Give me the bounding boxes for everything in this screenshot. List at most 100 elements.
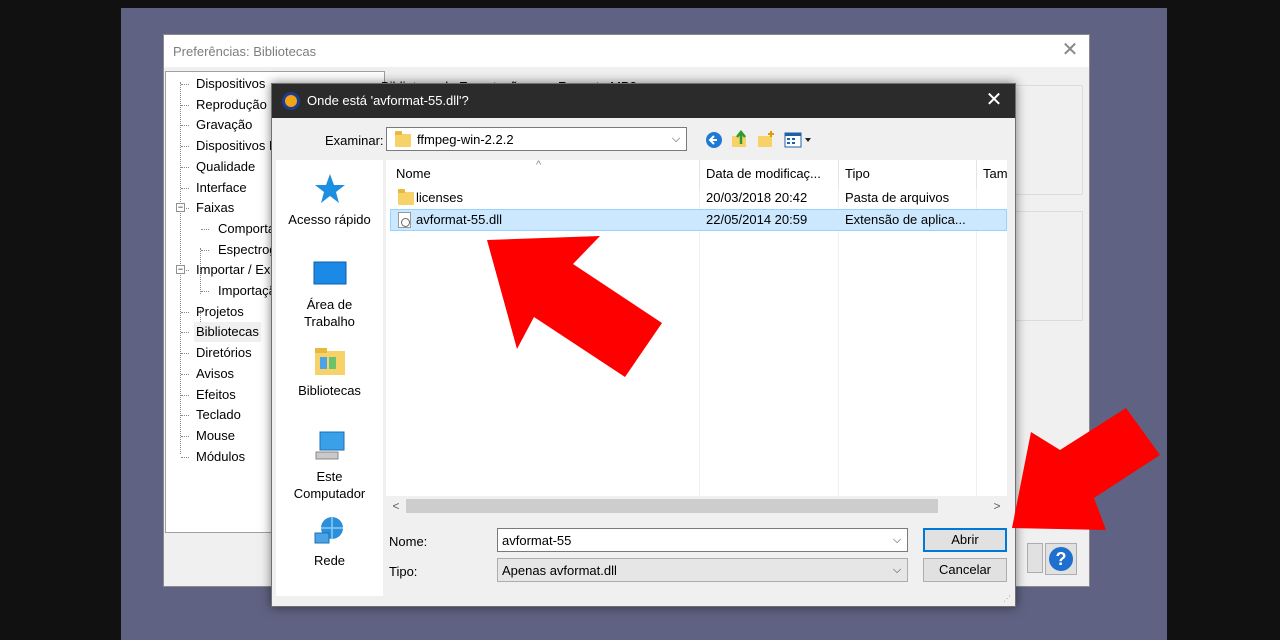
file-type: Extensão de aplica... bbox=[845, 212, 966, 227]
file-name-input[interactable]: avformat-55 ⌵ bbox=[497, 528, 908, 552]
place-desktop[interactable]: Área de Trabalho bbox=[276, 260, 383, 330]
dialog-title: Onde está 'avformat-55.dll'? bbox=[307, 93, 469, 108]
tree-line bbox=[181, 373, 189, 375]
tree-line bbox=[181, 456, 189, 458]
tree-item[interactable]: Módulos bbox=[194, 447, 247, 467]
tree-item[interactable]: Teclado bbox=[194, 405, 243, 425]
column-header-size[interactable]: Tam bbox=[977, 160, 1007, 190]
help-icon: ? bbox=[1049, 547, 1073, 571]
scroll-left-icon[interactable]: < bbox=[386, 496, 406, 516]
place-label: Acesso rápido bbox=[288, 212, 371, 227]
places-bar: Acesso rápido Área de Trabalho Bibliotec… bbox=[276, 160, 383, 596]
collapse-icon[interactable]: − bbox=[176, 265, 185, 275]
dialog-title-bar: Onde está 'avformat-55.dll'? ✕ bbox=[272, 84, 1015, 118]
file-name-label: Nome: bbox=[389, 534, 428, 549]
tree-line bbox=[181, 435, 189, 437]
open-file-dialog: Onde está 'avformat-55.dll'? ✕ Examinar:… bbox=[271, 83, 1016, 607]
file-row-licenses[interactable]: licenses 20/03/2018 20:42 Pasta de arqui… bbox=[390, 187, 1007, 209]
place-quick-access[interactable]: Acesso rápido bbox=[276, 172, 383, 227]
tree-item[interactable]: Interface bbox=[194, 178, 249, 198]
file-type-dropdown[interactable]: Apenas avformat.dll ⌵ bbox=[497, 558, 908, 582]
view-menu-icon[interactable] bbox=[784, 130, 814, 150]
tree-item[interactable]: Dispositivos bbox=[194, 74, 267, 94]
place-label: Bibliotecas bbox=[298, 383, 361, 398]
tree-line bbox=[201, 228, 209, 230]
tree-item[interactable]: Projetos bbox=[194, 302, 246, 322]
file-date: 22/05/2014 20:59 bbox=[706, 212, 808, 227]
folder-icon bbox=[395, 131, 411, 147]
tree-line bbox=[181, 311, 189, 313]
scroll-right-icon[interactable]: > bbox=[987, 496, 1007, 516]
tree-item[interactable]: Mouse bbox=[194, 426, 237, 446]
chevron-down-icon: ⌵ bbox=[892, 564, 902, 576]
tree-line bbox=[181, 353, 189, 355]
column-header-label: Nome bbox=[396, 166, 431, 181]
folder-icon bbox=[398, 189, 414, 205]
resize-grip-icon[interactable]: ⋰ bbox=[1003, 594, 1013, 604]
column-header-name[interactable]: Nome ^ bbox=[386, 160, 700, 190]
libraries-icon bbox=[314, 348, 345, 375]
dll-file-icon bbox=[398, 212, 411, 228]
column-divider bbox=[699, 190, 700, 496]
sort-ascending-icon: ^ bbox=[536, 160, 542, 171]
tree-line bbox=[201, 249, 209, 251]
computer-icon bbox=[315, 431, 344, 460]
place-label: Rede bbox=[313, 553, 346, 568]
dialog-close-icon[interactable]: ✕ bbox=[983, 89, 1005, 111]
tree-line bbox=[181, 415, 189, 417]
look-in-dropdown[interactable]: ffmpeg-win-2.2.2 ⌵ bbox=[386, 127, 687, 151]
place-network[interactable]: Rede bbox=[276, 515, 383, 568]
tree-line bbox=[181, 187, 189, 189]
cancel-button[interactable]: Cancelar bbox=[923, 558, 1007, 582]
tree-line bbox=[181, 332, 189, 334]
tree-line bbox=[181, 125, 189, 127]
tree-item[interactable]: Diretórios bbox=[194, 343, 254, 363]
look-in-value: ffmpeg-win-2.2.2 bbox=[417, 132, 514, 147]
tree-line bbox=[201, 291, 209, 292]
column-header-type[interactable]: Tipo bbox=[839, 160, 977, 190]
help-button[interactable]: ? bbox=[1045, 543, 1077, 575]
place-label: Área de Trabalho bbox=[304, 297, 355, 329]
chevron-down-icon[interactable]: ⌵ bbox=[891, 532, 903, 548]
preferences-close-icon[interactable]: ✕ bbox=[1059, 39, 1081, 61]
tree-line bbox=[181, 84, 189, 85]
tree-item[interactable]: Reprodução bbox=[194, 95, 269, 115]
column-header-date[interactable]: Data de modificaç... bbox=[700, 160, 839, 190]
file-type-value: Apenas avformat.dll bbox=[502, 563, 617, 578]
audacity-logo-icon bbox=[282, 92, 300, 110]
quick-access-star-icon bbox=[314, 174, 345, 203]
new-folder-icon[interactable] bbox=[756, 129, 776, 149]
place-this-pc[interactable]: Este Computador bbox=[276, 430, 383, 502]
file-date: 20/03/2018 20:42 bbox=[706, 190, 808, 205]
file-row-avformat[interactable]: avformat-55.dll 22/05/2014 20:59 Extensã… bbox=[390, 209, 1007, 231]
file-list: Nome ^ Data de modificaç... Tipo Tam lic… bbox=[386, 160, 1007, 516]
collapse-icon[interactable]: − bbox=[176, 203, 185, 213]
tree-item[interactable]: Gravação bbox=[194, 115, 254, 135]
preferences-ok-button[interactable] bbox=[1027, 543, 1043, 573]
horizontal-scrollbar[interactable]: < > bbox=[386, 496, 1007, 516]
file-name: avformat-55.dll bbox=[416, 212, 502, 227]
place-libraries[interactable]: Bibliotecas bbox=[276, 345, 383, 398]
file-name: licenses bbox=[416, 190, 463, 205]
open-button[interactable]: Abrir bbox=[923, 528, 1007, 552]
desktop-icon bbox=[313, 261, 346, 285]
back-icon[interactable] bbox=[704, 130, 724, 150]
tree-item[interactable]: Avisos bbox=[194, 364, 236, 384]
tree-item[interactable]: Bibliotecas bbox=[194, 322, 261, 343]
tree-line bbox=[181, 166, 189, 168]
file-name-value: avformat-55 bbox=[502, 533, 572, 548]
tree-line bbox=[181, 394, 189, 396]
preferences-title: Preferências: Bibliotecas bbox=[173, 44, 317, 59]
tree-item[interactable]: Faixas bbox=[194, 198, 236, 218]
tree-item[interactable]: Efeitos bbox=[194, 385, 238, 405]
network-icon bbox=[314, 517, 343, 544]
up-folder-icon[interactable] bbox=[730, 129, 750, 149]
column-divider bbox=[976, 190, 977, 496]
file-type-label: Tipo: bbox=[389, 564, 418, 579]
scrollbar-thumb[interactable] bbox=[406, 499, 938, 513]
look-in-label: Examinar: bbox=[325, 133, 384, 148]
file-type: Pasta de arquivos bbox=[845, 190, 950, 205]
tree-item[interactable]: Qualidade bbox=[194, 157, 257, 177]
place-label: Este Computador bbox=[293, 469, 366, 501]
preferences-title-bar: Preferências: Bibliotecas ✕ bbox=[164, 35, 1089, 67]
